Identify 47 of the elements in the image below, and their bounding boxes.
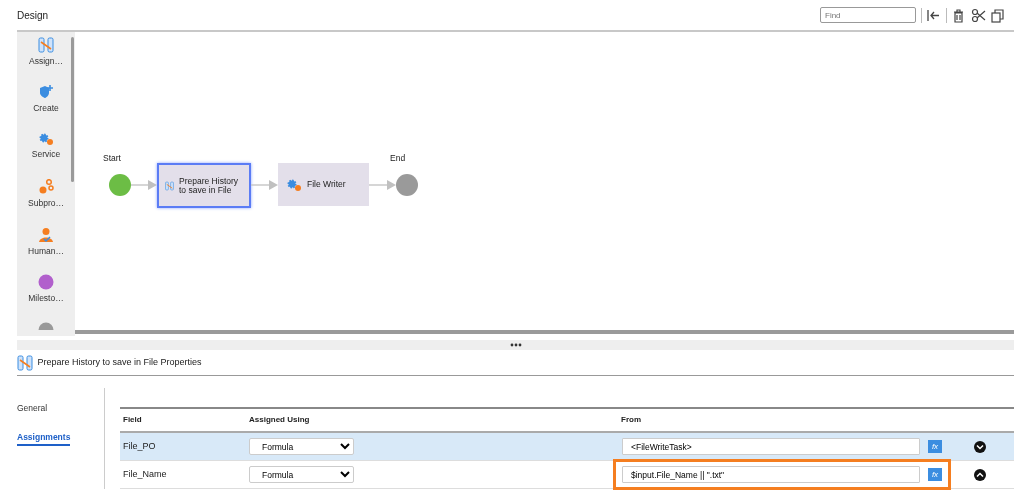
chevron-up-icon[interactable] bbox=[974, 468, 986, 481]
panel-title: Design bbox=[17, 8, 49, 23]
tab[interactable]: General bbox=[17, 402, 48, 415]
event-circle bbox=[396, 174, 418, 196]
table-row[interactable]: File_Name Formula $input.File_Name || ".txt" fx bbox=[120, 461, 1014, 489]
assignment-icon bbox=[38, 36, 54, 53]
gears-icon bbox=[38, 179, 54, 195]
connector-arrow bbox=[251, 180, 278, 190]
gears-icon bbox=[286, 177, 302, 192]
formula-field[interactable]: $input.File_Name || ".txt" bbox=[622, 466, 920, 483]
column-header: From bbox=[621, 414, 642, 426]
assignment-icon bbox=[17, 354, 33, 371]
person-icon bbox=[38, 226, 54, 243]
tab[interactable]: Assignments bbox=[17, 430, 71, 446]
palette-item[interactable]: Service bbox=[31, 147, 61, 161]
shield-plus-icon bbox=[38, 84, 54, 100]
assigned-using-dropdown[interactable]: Formula bbox=[249, 466, 354, 483]
task-node[interactable]: Prepare History to save in File bbox=[157, 163, 251, 208]
palette-item[interactable]: Assign… bbox=[29, 54, 63, 68]
palette-item[interactable]: Human… bbox=[28, 244, 64, 258]
scissors-icon[interactable] bbox=[970, 7, 986, 23]
node-label: End bbox=[390, 152, 406, 165]
table-cell-text: File_PO bbox=[122, 439, 157, 453]
table-row[interactable]: File_PO Formula <FileWriteTask> fx bbox=[120, 433, 1014, 461]
scrollbar[interactable] bbox=[71, 37, 74, 182]
column-header: Field bbox=[122, 414, 143, 426]
copy-icon[interactable] bbox=[990, 7, 1005, 23]
palette-item[interactable]: Subpro… bbox=[28, 197, 64, 210]
column-header: Assigned Using bbox=[249, 414, 311, 426]
formula-field[interactable]: <FileWriteTask> bbox=[622, 438, 920, 455]
task-node[interactable]: File Writer bbox=[278, 163, 369, 206]
properties-title: Prepare History to save in File Properties bbox=[37, 355, 202, 369]
palette-item[interactable]: Milesto… bbox=[28, 292, 64, 305]
assigned-using-dropdown[interactable]: Formula bbox=[249, 438, 354, 455]
grip-icon[interactable] bbox=[509, 343, 522, 347]
table-cell-text: File_Name bbox=[122, 467, 168, 481]
palette-item[interactable]: Create bbox=[33, 102, 59, 115]
connector-arrow bbox=[131, 180, 157, 190]
circle-icon bbox=[38, 274, 54, 290]
connector-arrow bbox=[369, 180, 396, 190]
collapse-icon[interactable] bbox=[926, 7, 941, 23]
search-field[interactable]: Find bbox=[820, 7, 916, 23]
chevron-down-icon[interactable] bbox=[974, 440, 986, 453]
event-circle bbox=[109, 174, 131, 196]
node-label: Start bbox=[103, 152, 121, 165]
trash-icon[interactable] bbox=[951, 7, 966, 23]
gears-icon bbox=[38, 131, 54, 146]
